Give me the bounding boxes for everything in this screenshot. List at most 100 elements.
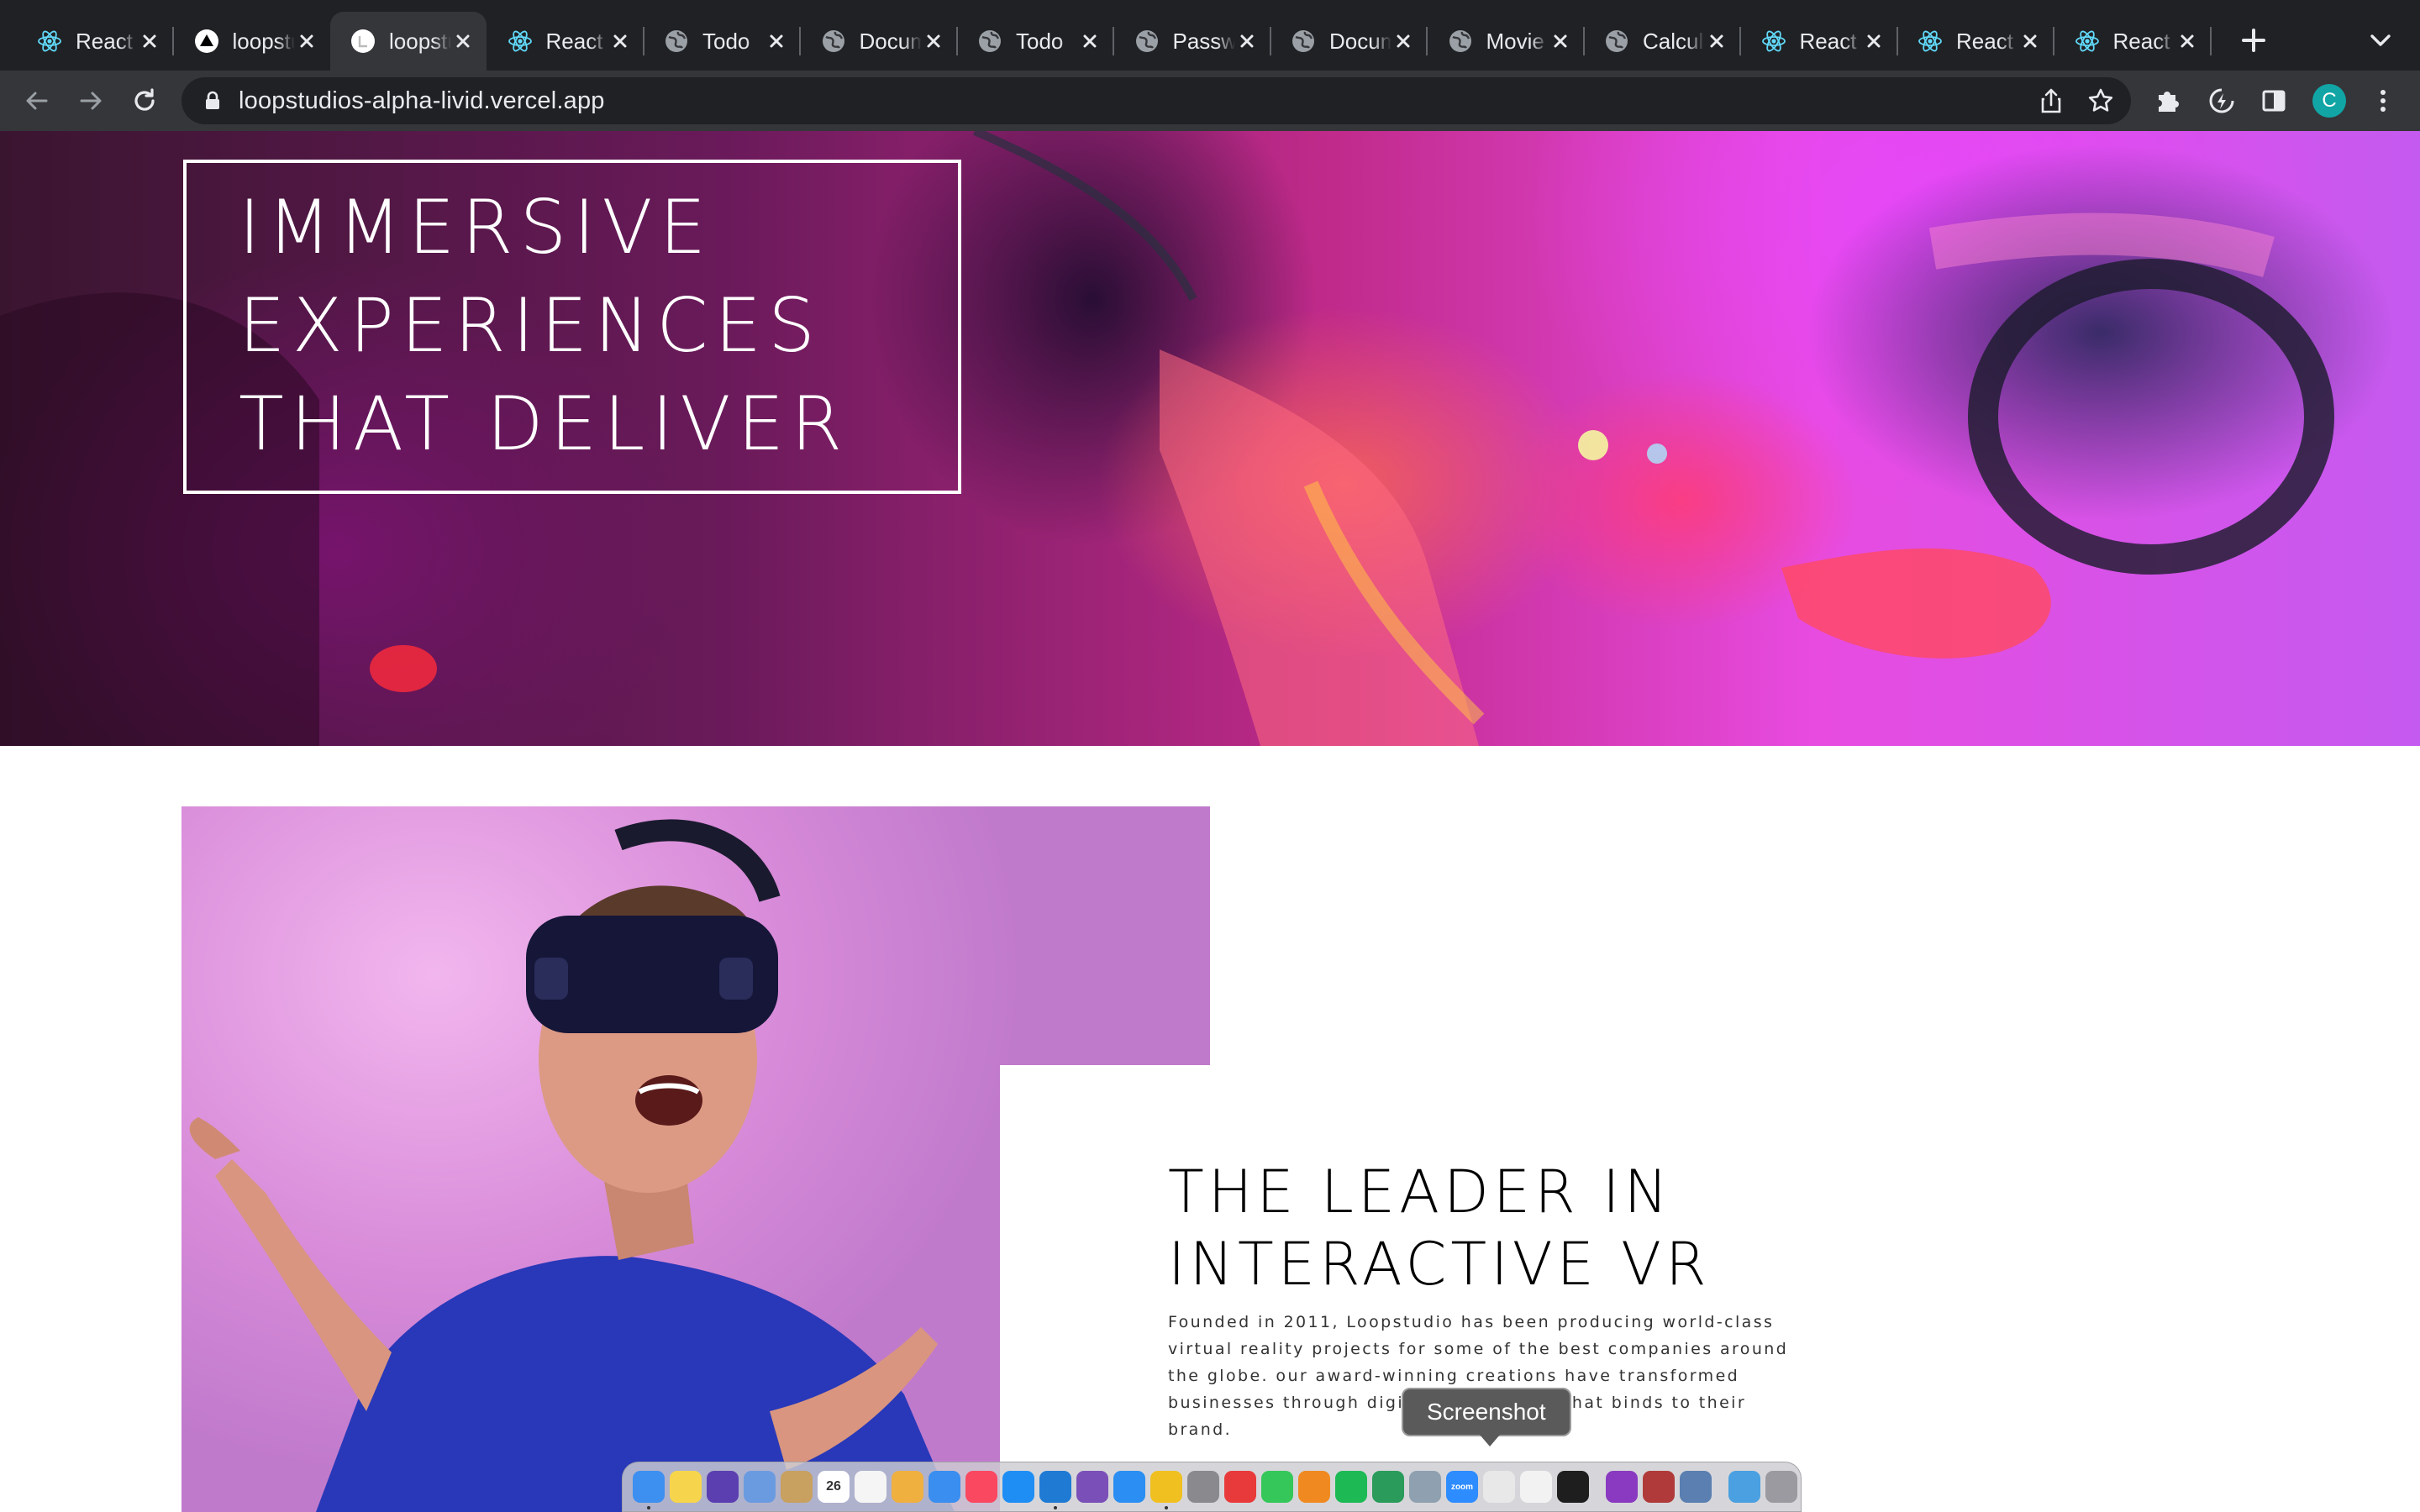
spotify-icon[interactable] [1335, 1471, 1367, 1503]
extensions-button[interactable] [2153, 86, 2183, 116]
puzzle-icon [2159, 92, 2179, 112]
browser-tab[interactable]: loopstudios [174, 12, 330, 71]
browser-tab[interactable]: Calculator [1584, 12, 1741, 71]
browser-tab[interactable]: React App [2054, 12, 2212, 71]
browser-tab[interactable]: loopstudios [330, 12, 487, 71]
url-text[interactable]: loopstudios-alpha-livid.vercel.app [239, 87, 605, 115]
close-icon[interactable] [1862, 29, 1886, 53]
hero-headline-box: IMMERSIVE EXPERIENCES THAT DELIVER [183, 160, 961, 494]
messages-bubble-icon[interactable] [929, 1471, 960, 1503]
hero-section: IMMERSIVE EXPERIENCES THAT DELIVER [0, 131, 2420, 746]
trash-icon[interactable] [1765, 1471, 1797, 1503]
dictionary-icon[interactable] [1643, 1471, 1675, 1503]
chrome-icon[interactable] [1150, 1471, 1182, 1509]
safari-icon[interactable] [1113, 1471, 1145, 1503]
close-icon[interactable] [2018, 29, 2042, 53]
back-button[interactable] [22, 86, 52, 116]
close-icon[interactable] [138, 29, 161, 53]
running-indicator [647, 1506, 650, 1509]
tab-title: React App [2112, 28, 2175, 54]
reload-button[interactable] [129, 86, 160, 116]
leader-heading-line: THE LEADER IN [1168, 1158, 1673, 1226]
globe-icon [1448, 29, 1473, 54]
testflight-icon[interactable] [1409, 1471, 1441, 1503]
preview-doc-icon[interactable] [1680, 1471, 1712, 1503]
figma-icon[interactable] [1557, 1471, 1589, 1503]
arrow-right-icon [80, 92, 102, 110]
bluetooth-app-icon[interactable] [1606, 1471, 1638, 1503]
hero-headline-line: IMMERSIVE [239, 184, 713, 270]
arrow-left-icon [26, 92, 48, 110]
globe-icon [821, 29, 846, 54]
browser-tab[interactable]: React App [17, 12, 174, 71]
tab-search-button[interactable] [2368, 30, 2393, 50]
close-icon[interactable] [608, 29, 632, 53]
close-icon[interactable] [922, 29, 945, 53]
browser-toolbar: loopstudios-alpha-livid.vercel.app C [0, 71, 2420, 131]
google-meet-icon[interactable] [1372, 1471, 1404, 1503]
preview-icon[interactable] [744, 1471, 776, 1503]
close-icon[interactable] [1549, 29, 1572, 53]
macos-dock: 26 zoom [622, 1462, 1802, 1512]
wps-office-icon[interactable] [1224, 1471, 1256, 1503]
browser-tab[interactable]: Movie [1428, 12, 1585, 71]
facetime-icon[interactable] [1261, 1471, 1293, 1503]
close-icon[interactable] [1235, 29, 1259, 53]
share-icon[interactable] [2039, 87, 2064, 114]
app-store-icon[interactable] [1002, 1471, 1034, 1503]
notebook-icon[interactable] [781, 1471, 813, 1503]
siri-icon[interactable] [707, 1471, 739, 1503]
react-icon [1918, 29, 1943, 54]
globe-icon [664, 29, 689, 54]
calendar-icon[interactable]: 26 [818, 1471, 850, 1503]
close-icon[interactable] [765, 29, 788, 53]
tab-title: loopstudios [389, 28, 451, 54]
profile-avatar[interactable]: C [2312, 84, 2346, 118]
finder-icon[interactable] [633, 1471, 665, 1509]
browser-tab[interactable]: Todo [957, 12, 1114, 71]
side-panel-button[interactable] [2259, 86, 2289, 116]
screenshot-icon[interactable] [1483, 1471, 1515, 1503]
lock-icon [206, 91, 219, 109]
settings-icon[interactable] [1187, 1471, 1219, 1503]
notes-icon[interactable] [670, 1471, 702, 1503]
close-icon[interactable] [1705, 29, 1728, 53]
browser-tab[interactable]: Password [1114, 12, 1271, 71]
github-desktop-icon[interactable] [1076, 1471, 1108, 1503]
menu-button[interactable] [2368, 86, 2398, 116]
reload-icon [134, 88, 155, 111]
forward-button[interactable] [76, 86, 106, 116]
downloads-folder-icon[interactable] [1728, 1471, 1760, 1503]
browser-tab[interactable]: React App [487, 12, 644, 71]
close-icon[interactable] [451, 29, 475, 53]
bookmark-star-icon[interactable] [2087, 87, 2114, 114]
tab-title: loopstudios [232, 28, 295, 54]
browser-tab[interactable]: React App [1897, 12, 2054, 71]
close-icon[interactable] [2175, 29, 2199, 53]
tab-title: Todo [702, 28, 750, 54]
tab-title: Document [859, 28, 922, 54]
plus-icon [2242, 29, 2265, 52]
close-icon[interactable] [1078, 29, 1102, 53]
music-icon[interactable] [965, 1471, 997, 1503]
react-icon [508, 29, 533, 54]
tab-title: Calculator [1643, 28, 1705, 54]
leader-heading-line: INTERACTIVE VR [1168, 1230, 1711, 1299]
extension-button[interactable] [2207, 86, 2237, 116]
photos-icon[interactable] [892, 1471, 923, 1503]
reminders-icon[interactable] [855, 1471, 886, 1503]
close-icon[interactable] [295, 29, 318, 53]
close-icon[interactable] [1392, 29, 1415, 53]
globe-icon [977, 29, 1002, 54]
vscode-icon[interactable] [1039, 1471, 1071, 1509]
browser-tab[interactable]: Document [1270, 12, 1428, 71]
tab-title: Todo [1016, 28, 1064, 54]
browser-tab[interactable]: Todo [644, 12, 801, 71]
zoom-icon[interactable]: zoom [1446, 1471, 1478, 1503]
new-tab-button[interactable] [2238, 25, 2269, 55]
browser-tab[interactable]: React App [1741, 12, 1898, 71]
address-bar[interactable]: loopstudios-alpha-livid.vercel.app [182, 77, 2131, 124]
browser-tab[interactable]: Document [801, 12, 958, 71]
textedit-icon[interactable] [1520, 1471, 1552, 1503]
infuse-icon[interactable] [1298, 1471, 1330, 1503]
